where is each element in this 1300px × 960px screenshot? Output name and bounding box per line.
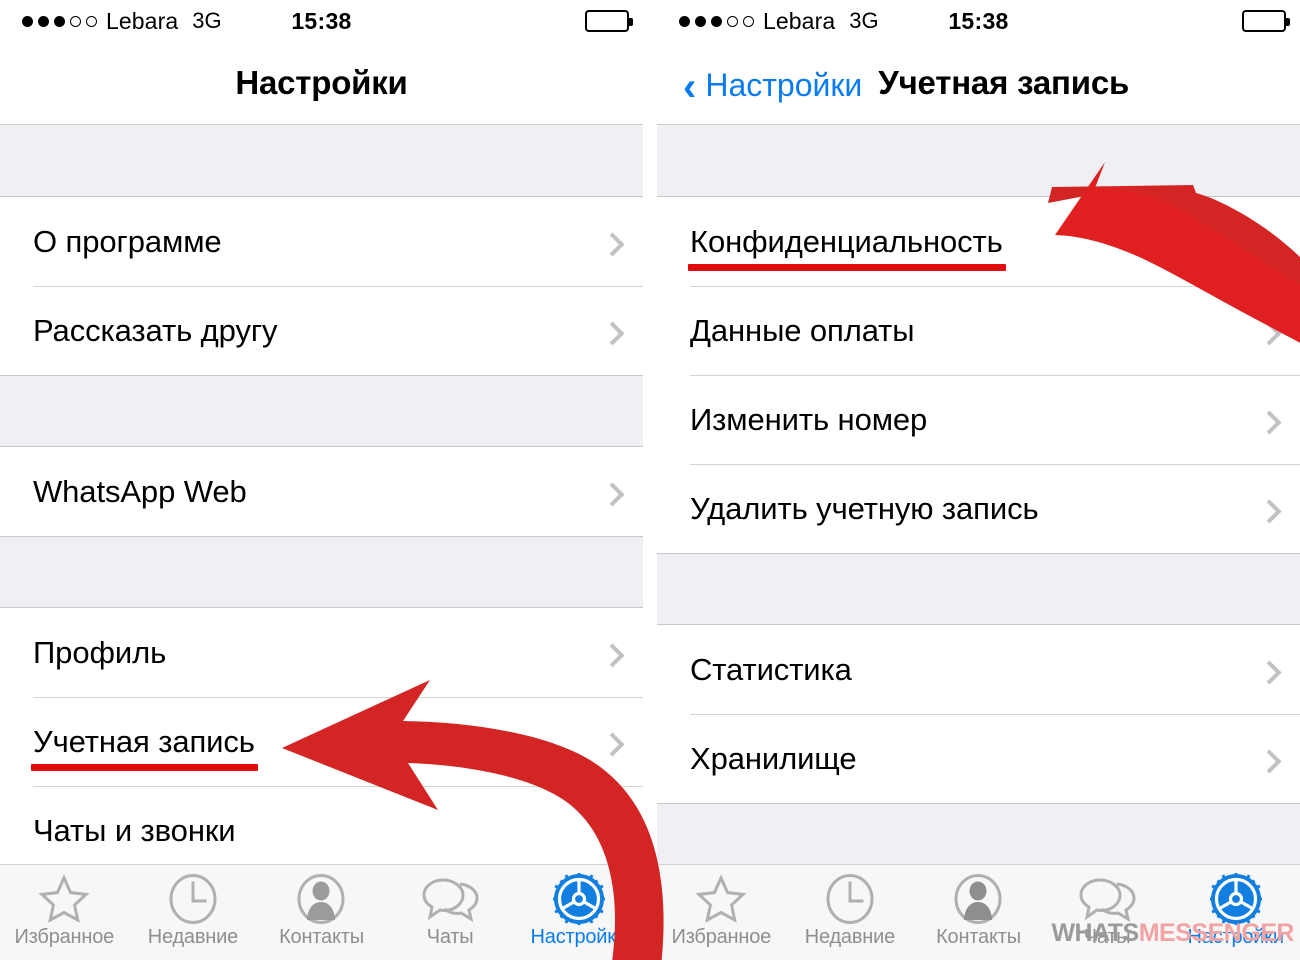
chevron-right-icon	[1257, 659, 1282, 685]
list-item-label: Хранилище	[690, 740, 857, 776]
tab-favorites[interactable]: Избранное	[657, 865, 786, 949]
tab-label: Недавние	[147, 926, 239, 948]
settings-group-1: О программе Рассказать другу	[0, 197, 643, 375]
clock-icon	[168, 873, 218, 925]
watermark: WHATSMESSENGER	[1051, 919, 1294, 948]
list-item-label: WhatsApp Web	[33, 473, 247, 509]
list-item-label: Учетная запись	[31, 723, 258, 771]
chevron-right-icon	[600, 820, 625, 846]
person-icon	[953, 873, 1003, 925]
tab-label: Настройки	[530, 926, 627, 948]
section-gap	[0, 536, 643, 608]
list-item[interactable]: Удалить учетную запись	[657, 464, 1300, 553]
tab-label: Чаты	[426, 926, 474, 948]
battery-indicator	[1242, 10, 1290, 32]
back-button-label: Настройки	[705, 66, 863, 103]
settings-list-left: О программе Рассказать другу WhatsApp We…	[0, 124, 643, 875]
list-item[interactable]: Профиль	[0, 608, 643, 697]
nav-bar-left: Настройки	[0, 42, 643, 124]
settings-group-3: Профиль Учетная запись Чаты и звонки	[0, 608, 643, 875]
screenshot-stage: Lebara 3G 15:38 Настройки О программе Ра…	[0, 0, 1300, 960]
settings-group-2: WhatsApp Web	[0, 447, 643, 536]
tab-label: Избранное	[14, 926, 115, 948]
chevron-right-icon	[1257, 231, 1282, 257]
tab-label: Контакты	[936, 926, 1021, 948]
person-icon	[296, 873, 346, 925]
clock-icon	[825, 873, 875, 925]
chevron-right-icon	[600, 320, 625, 346]
chevron-right-icon	[1257, 498, 1282, 524]
list-item-label: Рассказать другу	[33, 312, 278, 348]
list-item-label: Данные оплаты	[690, 312, 915, 348]
status-bar-right: Lebara 3G 15:38	[657, 0, 1300, 42]
list-item-label: Статистика	[690, 651, 852, 687]
account-group-1: Конфиденциальность Данные оплаты Изменит…	[657, 197, 1300, 553]
list-item[interactable]: WhatsApp Web	[0, 447, 643, 536]
chevron-right-icon	[1257, 748, 1282, 774]
section-gap	[657, 553, 1300, 625]
tab-contacts[interactable]: Контакты	[257, 865, 386, 949]
section-gap	[0, 375, 643, 447]
list-item-label: Изменить номер	[690, 401, 928, 437]
account-group-2: Статистика Хранилище	[657, 625, 1300, 803]
clock-label: 15:38	[291, 7, 352, 34]
tab-chats[interactable]: Чаты	[386, 865, 515, 949]
list-item[interactable]: Статистика	[657, 625, 1300, 714]
tab-favorites[interactable]: Избранное	[0, 865, 129, 949]
chat-bubbles-icon	[1077, 873, 1137, 925]
chevron-right-icon	[1257, 320, 1282, 346]
status-bar-left: Lebara 3G 15:38	[0, 0, 643, 42]
list-item[interactable]: Чаты и звонки	[0, 786, 643, 875]
tab-label: Избранное	[671, 926, 772, 948]
gear-icon	[1209, 873, 1263, 925]
battery-icon	[585, 10, 633, 32]
list-item[interactable]: О программе	[0, 197, 643, 286]
back-button[interactable]: ‹ Настройки	[683, 63, 863, 109]
tab-bar-left: Избранное Недавние Контакты Чаты Настрой…	[0, 864, 643, 960]
clock-label: 15:38	[948, 7, 1009, 34]
star-icon	[695, 873, 747, 925]
chevron-right-icon	[600, 481, 625, 507]
left-phone-screen: Lebara 3G 15:38 Настройки О программе Ра…	[0, 0, 643, 960]
chevron-right-icon	[600, 731, 625, 757]
battery-icon	[1242, 10, 1290, 32]
list-item-label: Чаты и звонки	[33, 812, 236, 848]
list-item[interactable]: Хранилище	[657, 714, 1300, 803]
chevron-left-icon: ‹	[683, 64, 697, 109]
list-item-label: О программе	[33, 223, 222, 259]
section-gap	[0, 124, 643, 197]
battery-indicator	[585, 10, 633, 32]
list-item[interactable]: Изменить номер	[657, 375, 1300, 464]
list-item[interactable]: Данные оплаты	[657, 286, 1300, 375]
list-item-label: Профиль	[33, 634, 167, 670]
page-title: Настройки	[235, 64, 408, 101]
tab-label: Контакты	[279, 926, 364, 948]
list-item-privacy[interactable]: Конфиденциальность	[657, 197, 1300, 286]
chevron-right-icon	[600, 642, 625, 668]
page-title: Учетная запись	[878, 64, 1130, 101]
section-gap	[657, 124, 1300, 197]
tab-contacts[interactable]: Контакты	[914, 865, 1043, 949]
chevron-right-icon	[1257, 409, 1282, 435]
gear-icon	[552, 873, 606, 925]
star-icon	[38, 873, 90, 925]
tab-recents[interactable]: Недавние	[786, 865, 915, 949]
watermark-part-2: MESSENGER	[1138, 919, 1295, 947]
list-item-label: Конфиденциальность	[688, 223, 1006, 271]
list-item[interactable]: Рассказать другу	[0, 286, 643, 375]
chat-bubbles-icon	[420, 873, 480, 925]
chevron-right-icon	[600, 231, 625, 257]
tab-recents[interactable]: Недавние	[129, 865, 258, 949]
tab-settings[interactable]: Настройки	[514, 865, 643, 949]
settings-list-right: Конфиденциальность Данные оплаты Изменит…	[657, 124, 1300, 875]
list-item-label: Удалить учетную запись	[690, 490, 1039, 526]
list-item-account[interactable]: Учетная запись	[0, 697, 643, 786]
tab-label: Недавние	[804, 926, 896, 948]
watermark-part-1: WHATS	[1051, 919, 1139, 947]
panel-divider	[643, 0, 657, 960]
nav-bar-right: ‹ Настройки Учетная запись	[657, 42, 1300, 124]
right-phone-screen: Lebara 3G 15:38 ‹ Настройки Учетная запи…	[657, 0, 1300, 960]
